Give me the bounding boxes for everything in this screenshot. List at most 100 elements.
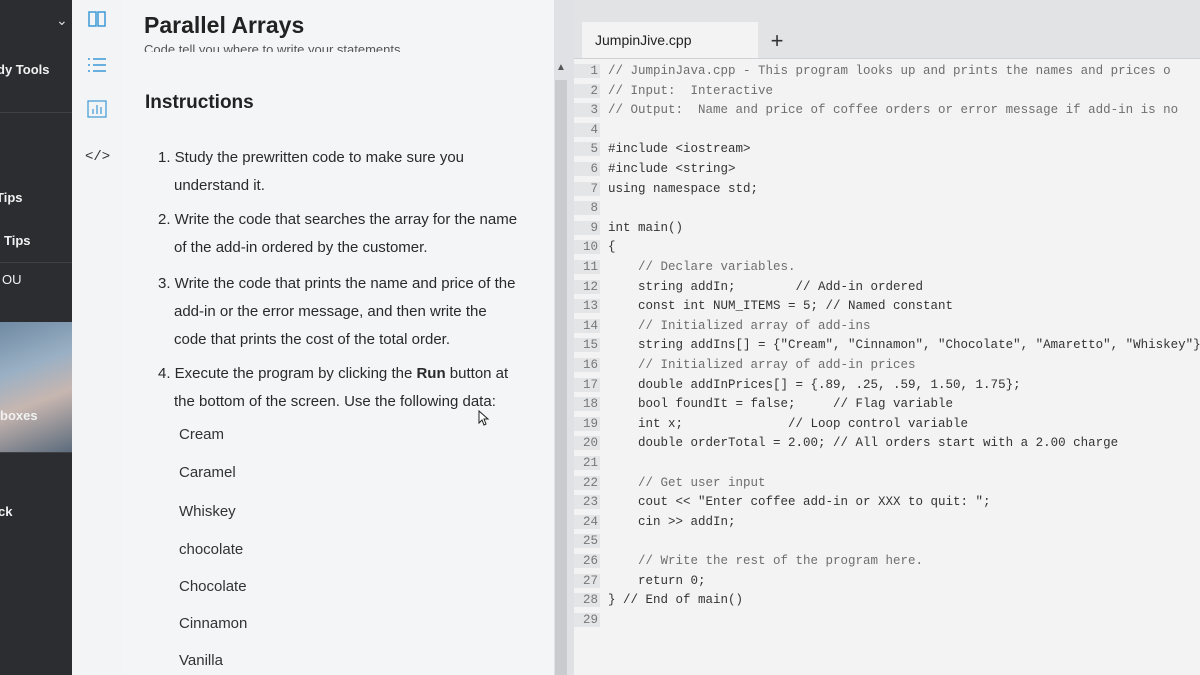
data-value: Whiskey [179,503,236,520]
code-line: 3 // Output: Name and price of coffee ord… [574,103,1178,123]
code-line: 15 string addIns[] = {"Cream", "Cinnamon… [574,338,1200,358]
list-icon[interactable] [85,56,109,78]
line-number: 26 [574,554,600,568]
code-line: 27 return 0; [574,573,706,594]
chart-icon[interactable] [85,100,109,122]
line-number: 15 [574,338,600,353]
code-line: 14 // Initialized array of add-ins [574,318,871,339]
line-number: 13 [574,299,600,314]
step-3: 3. Write the code that prints the name a… [158,275,516,348]
step-1: 1. Study the prewritten code to make sur… [158,149,464,194]
code-area[interactable]: 1 // JumpinJava.cpp - This program looks … [574,60,1200,675]
line-number: 19 [574,416,600,431]
line-number: 5 [574,142,600,157]
mouse-cursor-icon [478,410,490,426]
chevron-down-icon[interactable]: ⌄ [56,12,68,29]
line-number: 27 [574,573,600,588]
line-number: 11 [574,260,600,274]
code-line: 1 // JumpinJava.cpp - This program looks … [574,64,1171,84]
code-text: bool foundIt = false; // Flag variable [608,397,954,412]
data-value: Caramel [179,464,236,481]
code-text: // Initialized array of add-ins [608,318,871,333]
code-line: 24 cin >> addIn; [574,514,736,535]
line-number: 16 [574,358,600,372]
line-number: 25 [574,534,600,549]
line-number: 1 [574,64,600,78]
instructions-heading: Instructions [145,92,254,113]
line-number: 21 [574,456,600,470]
nav-item-ck[interactable]: ck [0,504,70,519]
line-number: 10 [574,240,600,255]
code-text: // Declare variables. [608,260,796,274]
add-tab-button[interactable]: + [762,26,792,56]
icon-rail: </> [72,0,123,675]
cut-off-text: Code tell you where to write your statem… [144,43,405,52]
code-line: 28 } // End of main() [574,593,743,613]
code-line: 12 string addIn; // Add-in ordered [574,279,924,300]
data-value: Cream [179,426,225,443]
code-line: 4 [574,122,608,143]
code-text: // Input: Interactive [608,83,774,98]
code-text: { [608,240,616,255]
page-title: Parallel Arrays [144,12,305,38]
line-number: 2 [574,83,600,98]
scrollbar-thumb[interactable] [555,80,567,675]
editor-tabbar: JumpinJive.cpp + [574,0,1200,59]
step-2: 2. Write the code that searches the arra… [158,211,518,256]
book-icon[interactable] [85,10,109,32]
line-number: 18 [574,397,600,412]
code-line: 21 [574,456,608,476]
code-icon[interactable]: </> [85,146,110,168]
code-text: // Get user input [608,475,766,490]
nav-item-you[interactable]: ou [2,272,72,287]
code-text: } // End of main() [608,593,744,608]
code-line: 22 // Get user input [574,475,766,496]
line-number: 6 [574,162,600,176]
panel-scrollbar[interactable]: ▲ [554,0,574,675]
line-number: 9 [574,220,600,235]
code-line: 20 double orderTotal = 2.00; // All orde… [574,436,1118,456]
code-line: 23 cout << "Enter coffee add-in or XXX t… [574,495,991,515]
code-line: 26 // Write the rest of the program here… [574,554,923,574]
data-value: chocolate [179,541,244,558]
code-line: 10 { [574,240,616,260]
line-number: 3 [574,103,600,118]
code-line: 5 #include <iostream> [574,142,751,162]
code-line: 25 [574,534,608,554]
line-number: 29 [574,612,600,627]
code-text: int x; // Loop control variable [608,416,969,431]
instructions-panel: Parallel Arrays Code tell you where to w… [122,0,554,675]
code-line: 19 int x; // Loop control variable [574,416,969,437]
line-number: 12 [574,279,600,294]
line-number: 22 [574,475,600,490]
scroll-up-icon[interactable]: ▲ [556,62,566,73]
line-number: 28 [574,593,600,608]
code-line: 16 // Initialized array of add-in prices [574,358,916,378]
code-line: 2 // Input: Interactive [574,83,774,104]
data-value: Vanilla [179,652,223,669]
code-text: cin >> addIn; [608,514,736,529]
promo-image [0,322,72,452]
code-text: // Write the rest of the program here. [608,554,924,568]
line-number: 17 [574,377,600,392]
nav-item-boxes[interactable]: boxes [0,408,72,423]
code-text: double orderTotal = 2.00; // All orders … [608,436,1119,451]
code-text: string addIn; // Add-in ordered [608,279,924,294]
code-text: cout << "Enter coffee add-in or XXX to q… [608,495,991,510]
file-tab[interactable]: JumpinJive.cpp [582,22,758,58]
line-number: 7 [574,181,600,196]
nav-item-tips-2[interactable]: Tips [4,233,72,248]
code-line: 7 using namespace std; [574,181,758,202]
left-nav: ⌄ dy Tools Tips Tips ou boxes ck [0,0,72,675]
line-number: 4 [574,122,600,137]
line-number: 24 [574,514,600,529]
line-number: 20 [574,436,600,451]
code-line: 29 [574,612,608,633]
code-text: #include <string> [608,162,736,176]
line-number: 23 [574,495,600,510]
nav-item-tips[interactable]: Tips [0,190,68,205]
code-line: 8 [574,201,608,221]
nav-divider [0,452,72,453]
code-text: #include <iostream> [608,142,751,157]
nav-item-tools[interactable]: dy Tools [0,62,69,77]
